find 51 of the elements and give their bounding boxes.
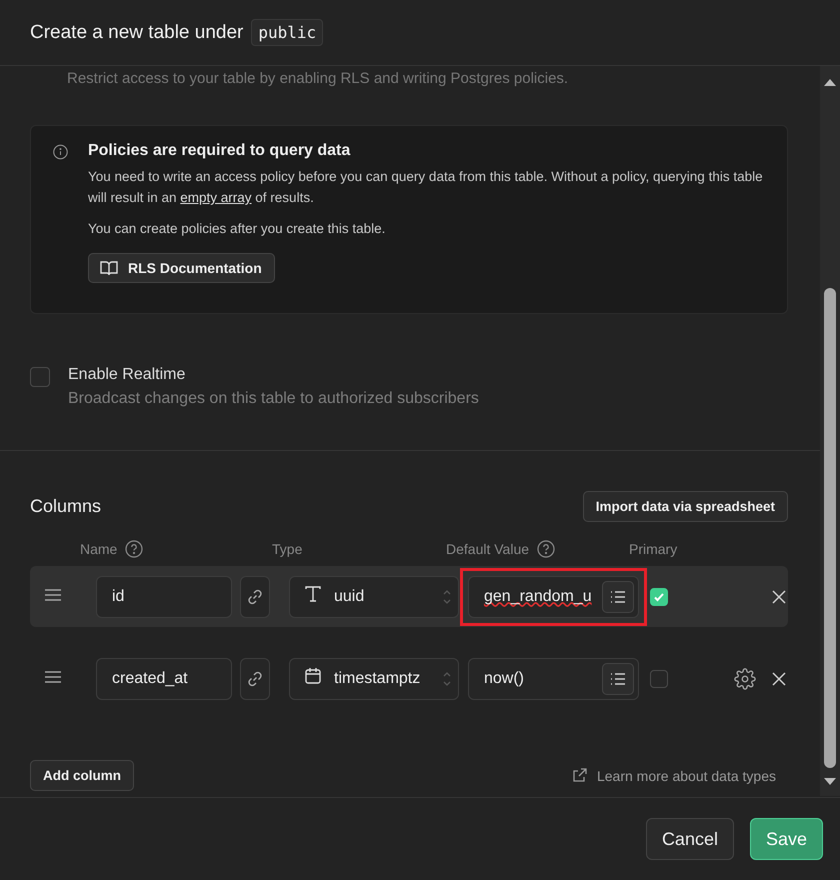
primary-key-checkbox[interactable] — [650, 588, 668, 606]
list-icon[interactable] — [602, 580, 634, 612]
add-column-button[interactable]: Add column — [30, 760, 134, 791]
data-types-link[interactable]: Learn more about data types — [596, 768, 776, 784]
link-icon — [246, 670, 264, 688]
close-icon[interactable] — [772, 590, 786, 604]
link-button[interactable] — [240, 576, 270, 618]
sort-arrows-icon — [442, 588, 452, 606]
empty-array-link[interactable]: empty array — [180, 190, 252, 205]
info-icon — [53, 142, 68, 162]
columns-heading: Columns — [30, 496, 102, 517]
realtime-checkbox[interactable] — [30, 367, 50, 387]
notice-note: You can create policies after you create this table. — [88, 221, 386, 236]
dialog-title: Create a new table under — [30, 22, 244, 44]
scrollbar[interactable] — [820, 66, 840, 796]
external-link-icon — [572, 768, 587, 783]
list-icon[interactable] — [602, 662, 634, 694]
column-header: Type — [272, 541, 302, 557]
help-icon — [125, 540, 144, 558]
rls-description: Restrict access to your table by enabling RLS and writing Postgres policies. — [67, 70, 568, 87]
column-header: Default Value — [446, 541, 530, 557]
default-value-field[interactable]: now() — [468, 658, 639, 700]
schema-name: public — [251, 19, 324, 46]
help-icon — [537, 540, 556, 558]
column-name-field[interactable]: created_at — [96, 658, 232, 700]
close-icon[interactable] — [772, 672, 786, 686]
default-value-field[interactable]: gen_random_u — [468, 576, 639, 618]
notice-text: You need to write an access policy before you can query data from this table. Without a policy, querying this table will result in an empty array of results. — [88, 168, 764, 207]
drag-handle-icon[interactable] — [45, 588, 61, 600]
rls-documentation-button[interactable]: RLS Documentation — [88, 253, 275, 283]
column-header: Name — [80, 541, 118, 557]
primary-key-checkbox[interactable] — [650, 670, 668, 688]
link-icon — [246, 588, 264, 606]
save-button[interactable]: Save — [750, 818, 823, 860]
text-type-icon — [304, 585, 322, 603]
sort-arrows-icon — [442, 670, 452, 688]
calendar-icon — [304, 667, 322, 685]
link-button[interactable] — [240, 658, 270, 700]
cancel-button[interactable]: Cancel — [646, 818, 734, 860]
import-spreadsheet-button[interactable]: Import data via spreadsheet — [582, 491, 788, 522]
settings-icon[interactable] — [734, 668, 756, 690]
notice-title: Policies are required to query data — [88, 142, 350, 160]
realtime-label: Enable Realtime — [68, 366, 186, 384]
column-type-select[interactable]: timestamptz — [289, 658, 459, 700]
column-type-select[interactable]: uuid — [289, 576, 459, 618]
drag-handle-icon[interactable] — [45, 670, 61, 682]
book-icon — [100, 260, 118, 276]
column-name-field[interactable]: id — [96, 576, 232, 618]
checkmark-icon — [653, 590, 665, 602]
column-header: Primary — [629, 541, 678, 557]
realtime-description: Broadcast changes on this table to authorized subscribers — [68, 390, 479, 408]
